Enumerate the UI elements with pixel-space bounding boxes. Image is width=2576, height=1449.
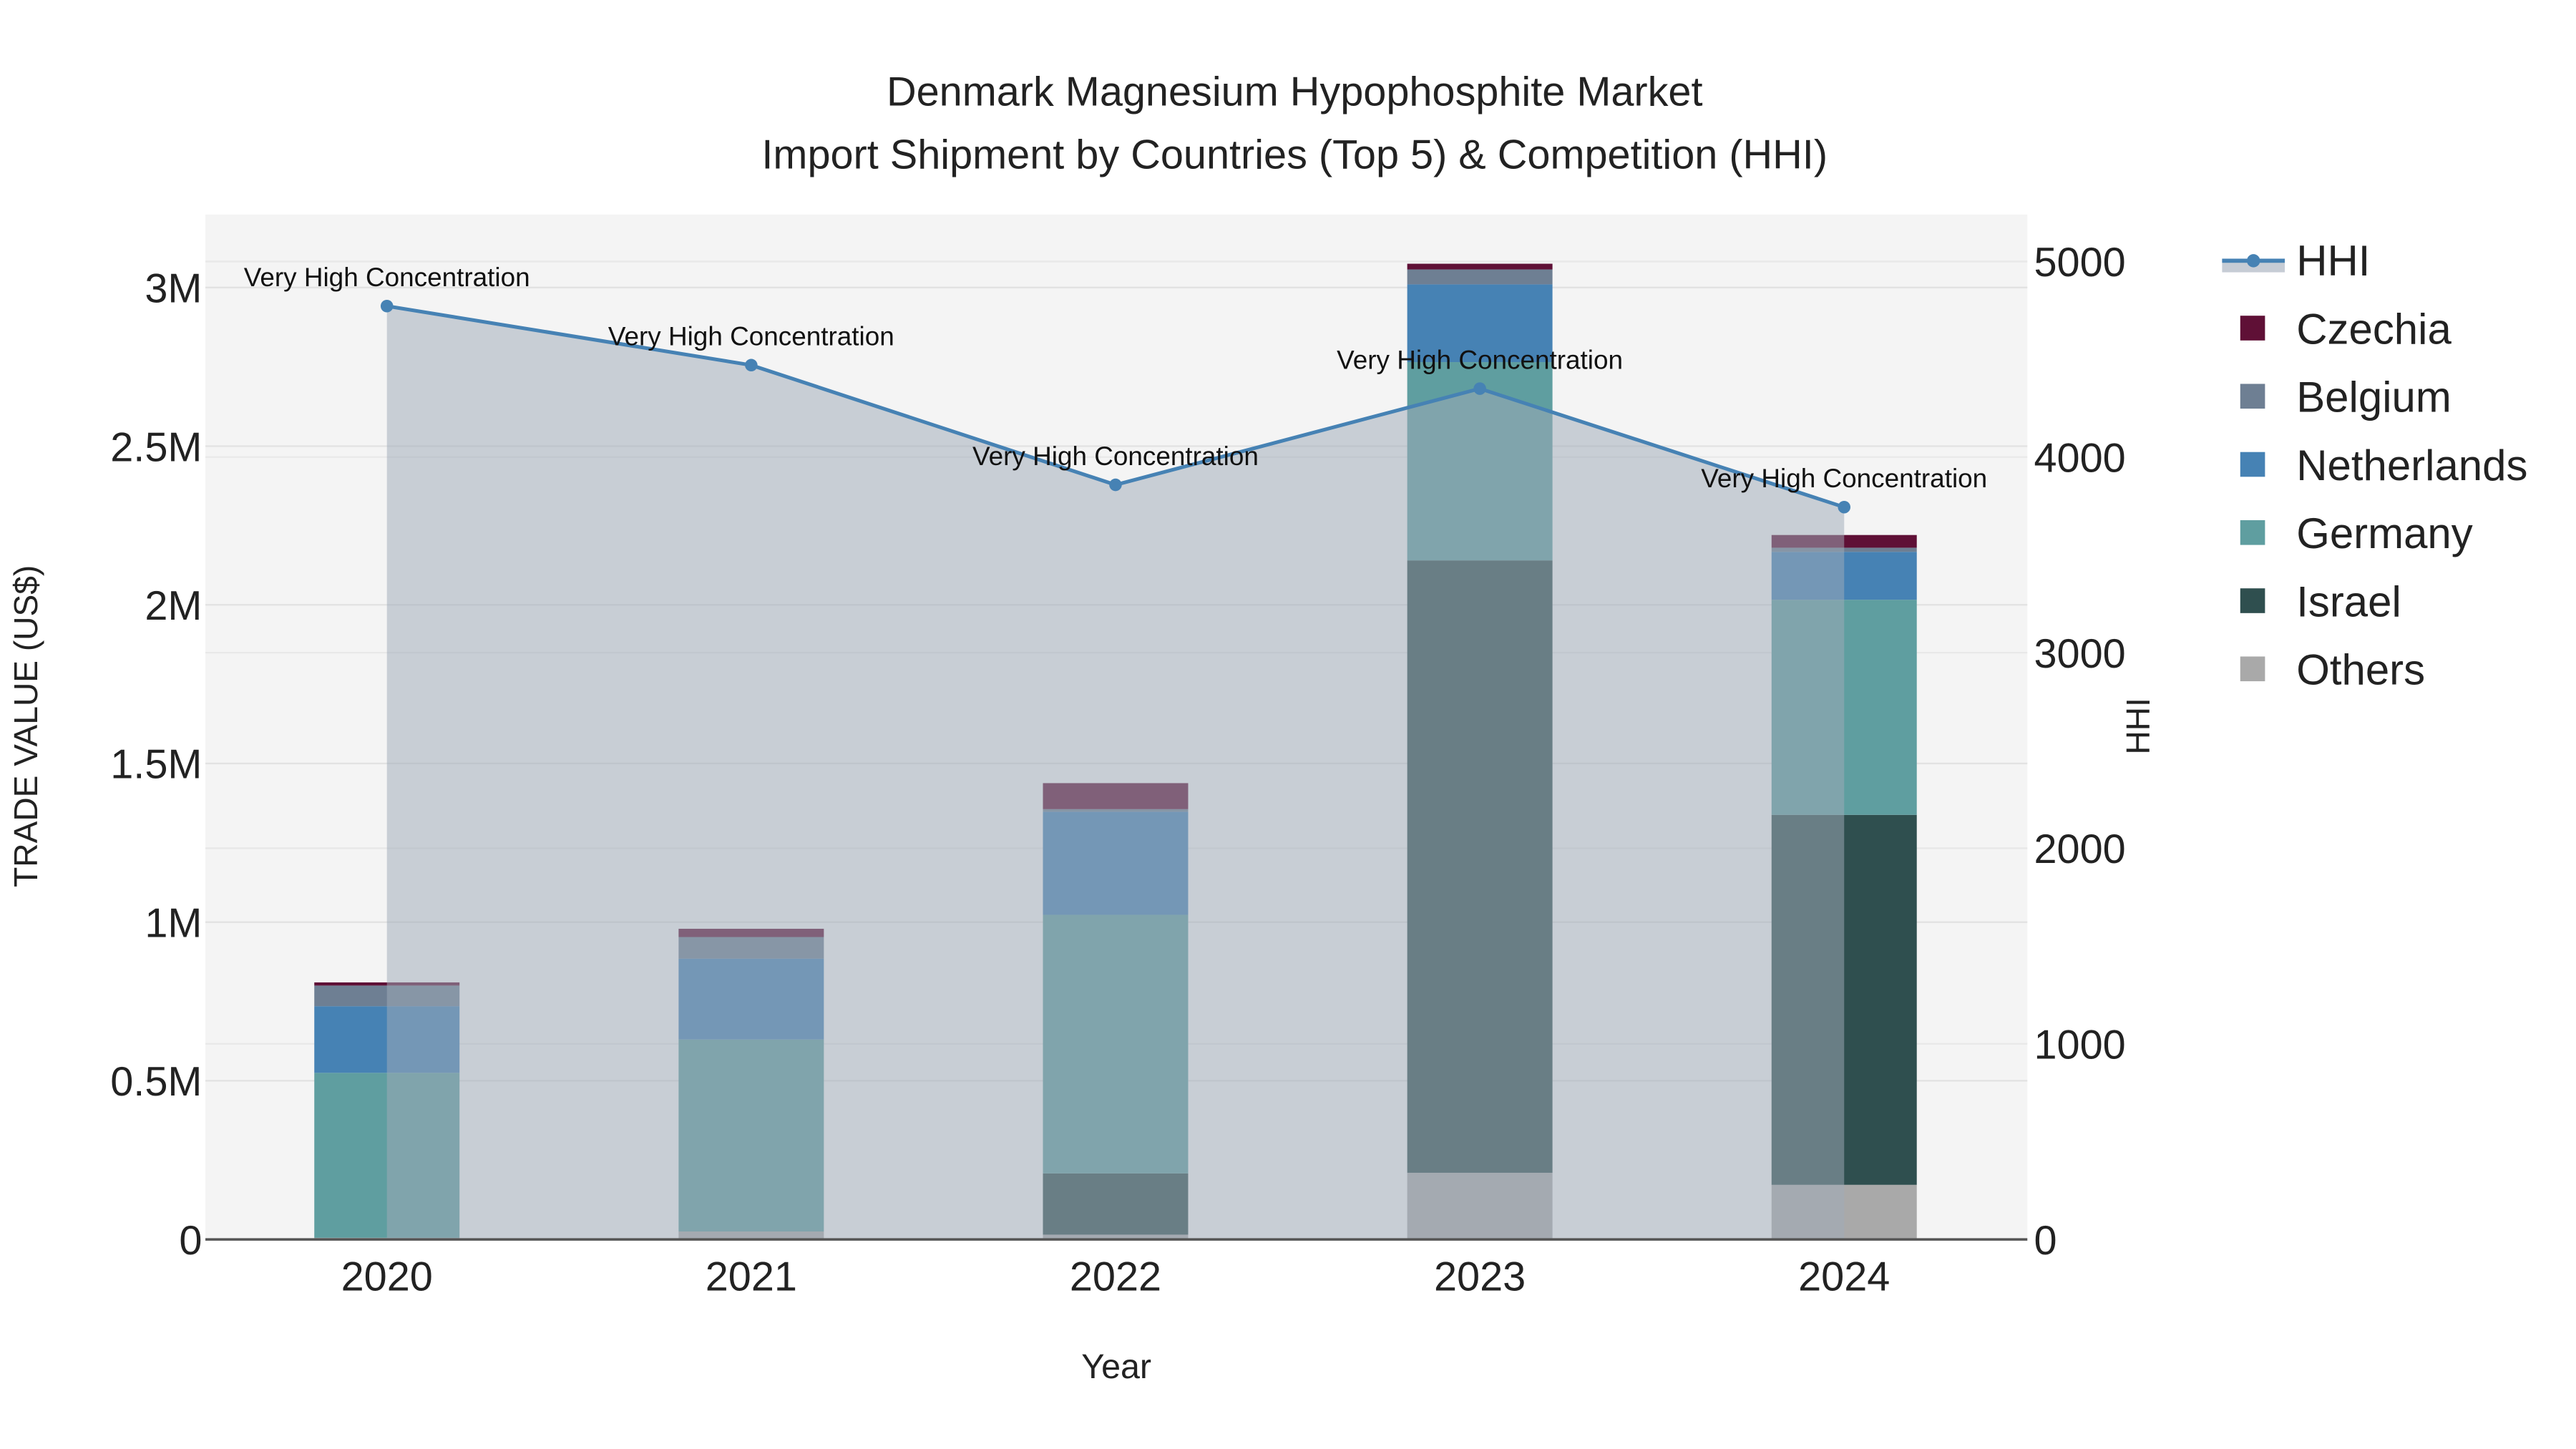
chart: Denmark Magnesium Hypophosphite Market I…: [7, 69, 2528, 1386]
hhi-point: [745, 358, 758, 372]
hhi-annotation: Very High Concentration: [244, 263, 530, 292]
legend-swatch-czechia: [2240, 316, 2265, 341]
bar-czechia-2023: [1407, 263, 1553, 270]
y2-tick-label: 0: [2034, 1218, 2057, 1264]
hhi-annotation: Very High Concentration: [1701, 464, 1987, 493]
legend-label-netherlands: Netherlands: [2296, 441, 2527, 489]
legend-label-hhi: HHI: [2296, 237, 2370, 285]
y2-tick-label: 1000: [2034, 1023, 2125, 1068]
y2-tick-label: 3000: [2034, 631, 2125, 677]
legend-swatch-others: [2240, 656, 2265, 682]
hhi-annotation: Very High Concentration: [1337, 345, 1623, 374]
legend-swatch-netherlands: [2240, 452, 2265, 477]
legend-swatch-hhi-point: [2247, 254, 2260, 268]
y-tick-label: 0.5M: [110, 1059, 202, 1105]
y-tick-label: 2.5M: [110, 424, 202, 470]
x-tick-label: 2022: [1070, 1254, 1161, 1300]
legend-swatch-israel: [2240, 588, 2265, 613]
legend-label-belgium: Belgium: [2296, 374, 2451, 421]
x-tick-label: 2024: [1798, 1254, 1890, 1300]
y-axis-label: TRADE VALUE (US$): [7, 565, 44, 887]
y2-tick-label: 2000: [2034, 826, 2125, 872]
hhi-annotation: Very High Concentration: [608, 322, 894, 351]
y2-tick-label: 4000: [2034, 436, 2125, 482]
y-tick-label: 3M: [145, 266, 202, 312]
bar-belgium-2023: [1407, 269, 1553, 285]
y2-tick-label: 5000: [2034, 240, 2125, 286]
legend-label-others: Others: [2296, 646, 2425, 694]
x-tick-label: 2021: [706, 1254, 797, 1300]
hhi-point: [1109, 478, 1122, 492]
hhi-point: [1838, 500, 1851, 514]
y-tick-label: 2M: [145, 583, 202, 629]
y-tick-label: 0: [179, 1218, 202, 1264]
legend-swatch-germany: [2240, 519, 2265, 545]
x-tick-label: 2020: [341, 1254, 433, 1300]
hhi-point: [380, 299, 394, 313]
legend-swatch-belgium: [2240, 384, 2265, 409]
x-tick-label: 2023: [1434, 1254, 1526, 1300]
chart-title-line1: Denmark Magnesium Hypophosphite Market: [887, 69, 1703, 115]
hhi-annotation: Very High Concentration: [972, 441, 1259, 471]
hhi-point: [1473, 382, 1486, 395]
chart-title-line2: Import Shipment by Countries (Top 5) & C…: [761, 132, 1828, 177]
legend-label-czechia: Czechia: [2296, 305, 2451, 353]
y-tick-label: 1.5M: [110, 742, 202, 788]
legend-label-germany: Germany: [2296, 509, 2473, 557]
y2-axis-label: HHI: [2119, 698, 2157, 754]
y-tick-label: 1M: [145, 900, 202, 946]
legend-label-israel: Israel: [2296, 577, 2401, 625]
x-axis-label: Year: [1081, 1347, 1151, 1386]
